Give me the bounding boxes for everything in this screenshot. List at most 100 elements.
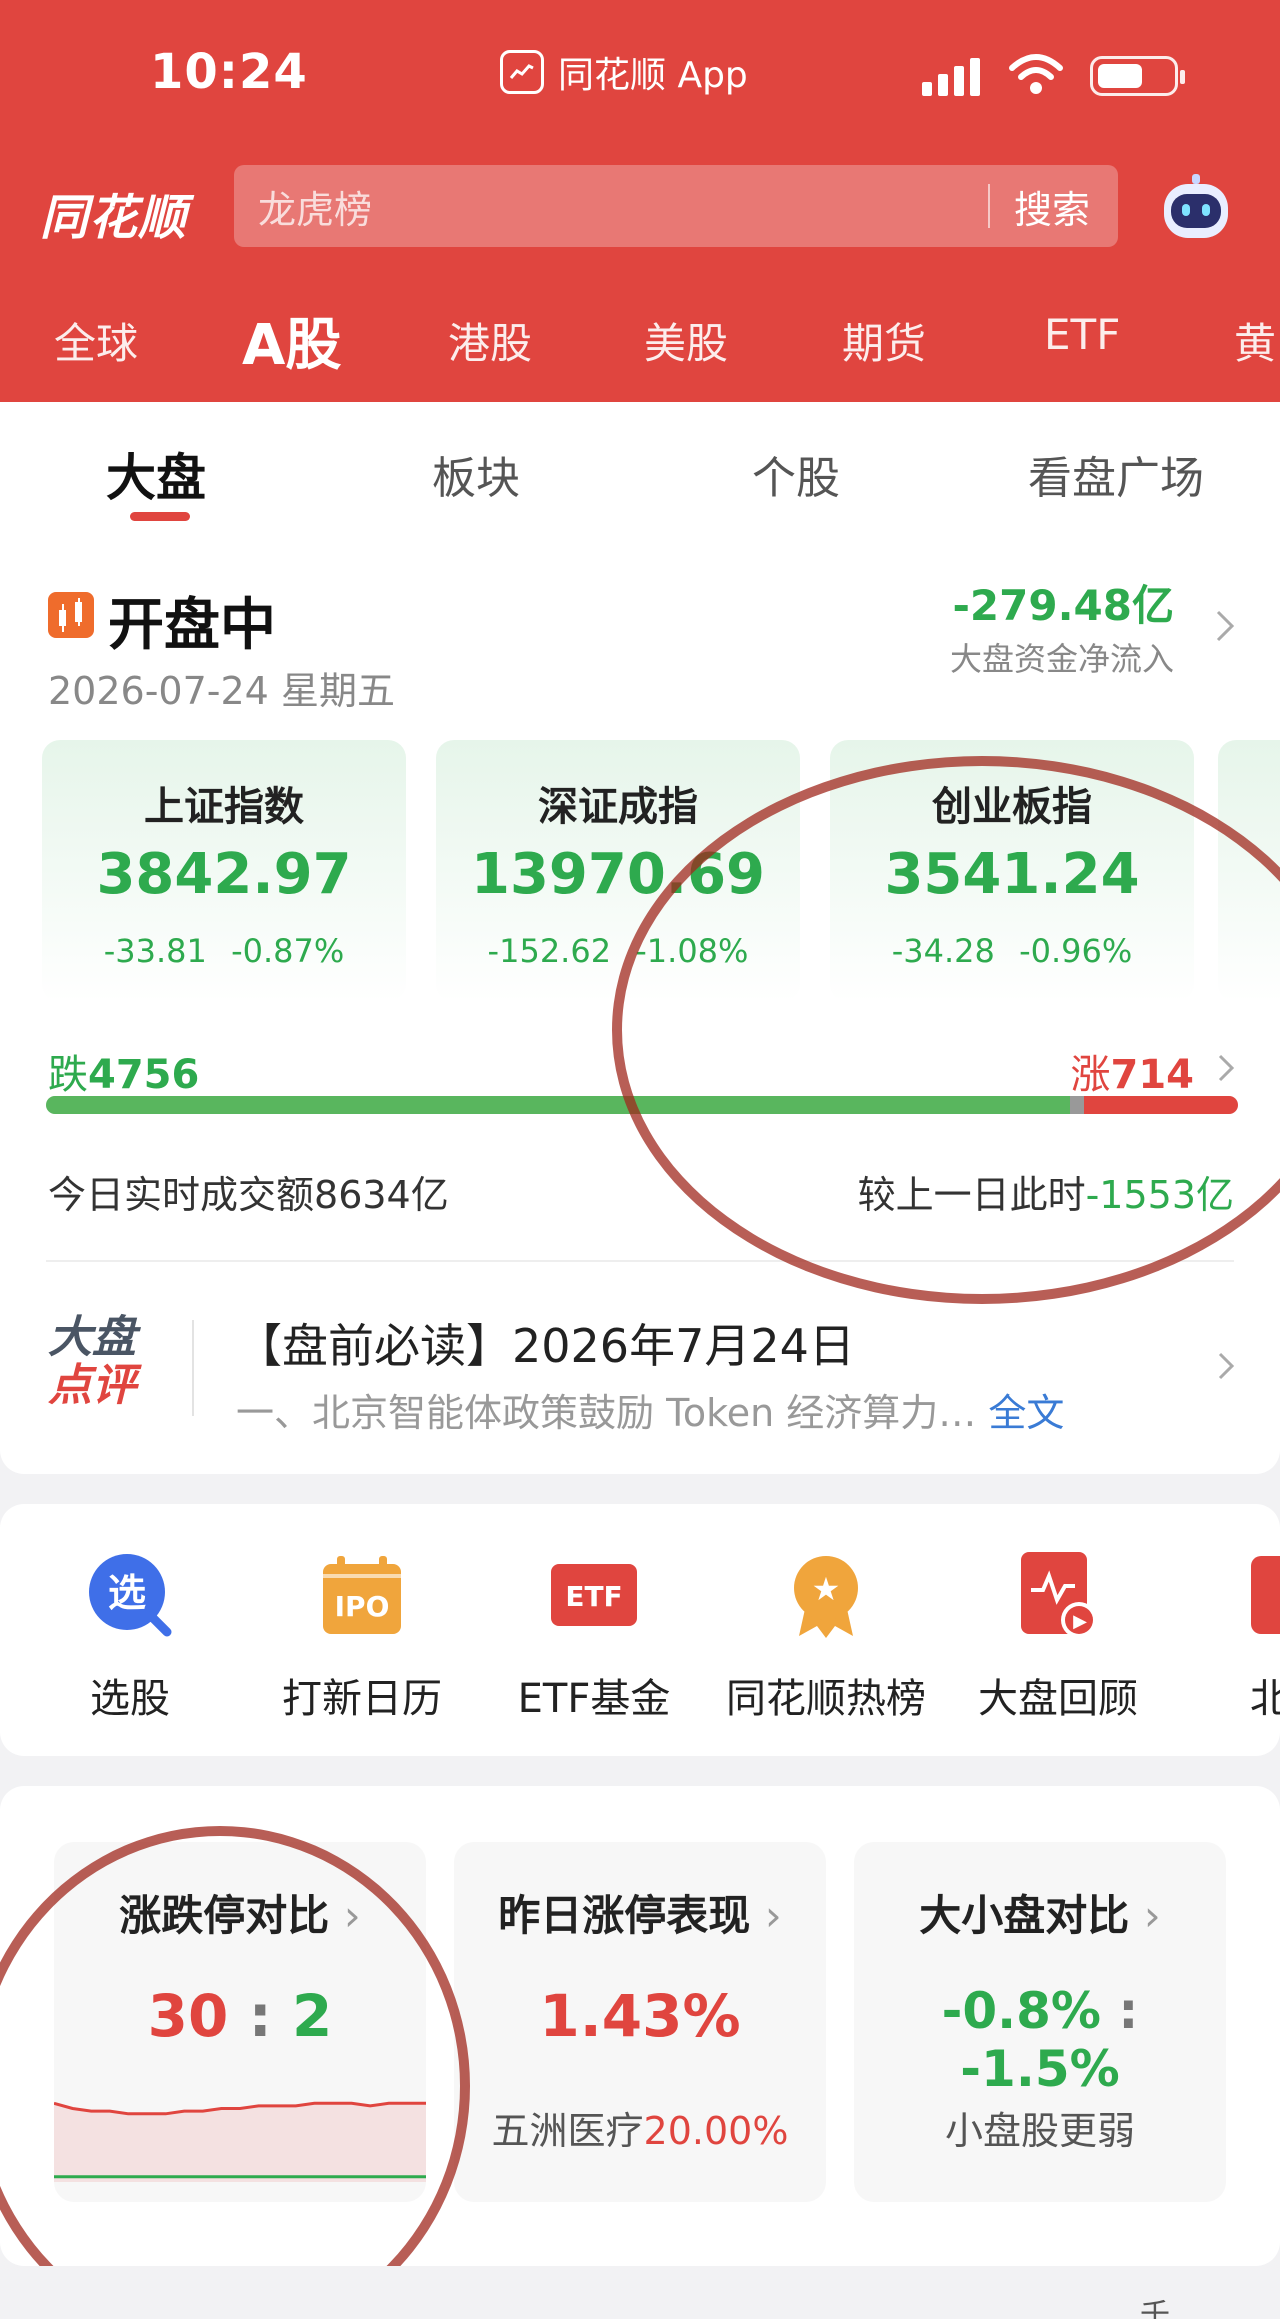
shortcut-label: ETF基金 [517,1676,671,1722]
chevron-right-icon[interactable] [1216,1350,1236,1382]
tab-gold[interactable]: 黄 [1234,310,1276,371]
search-input[interactable]: 龙虎榜 [258,179,988,234]
market-review-logo: 大盘 点评 [48,1312,136,1411]
turnover-compare: 较上一日此时-1553亿 [857,1173,1234,1217]
stat-title: 昨日涨停表现 › [498,1891,782,1940]
shortcut-label: 大盘回顾 [978,1676,1138,1722]
hot-list-icon: ★ [781,1550,871,1640]
breadth-fall-segment [46,1096,1070,1114]
robot-assistant-icon[interactable] [1158,172,1234,244]
divider [46,1260,1234,1262]
tab-us-stock[interactable]: 美股 [644,310,728,371]
market-review-icon: ▶ [1013,1550,1103,1640]
market-date: 2026-07-24 星期五 [48,660,395,715]
review-summary[interactable]: 一、北京智能体政策鼓励 Token 经济算力… 全文 [236,1382,1064,1437]
stat-title: 涨跌停对比 › [119,1891,361,1940]
svg-text:选: 选 [108,1571,146,1615]
chevron-right-icon[interactable] [1214,608,1236,644]
active-tab-indicator [130,512,190,521]
index-value: 3842.97 [96,842,352,907]
limit-compare-card[interactable]: 涨跌停对比 › 30 : 2 [54,1842,426,2202]
shortcut-select-stock[interactable]: 选 选股 [20,1550,240,1724]
stat-sub: 小盘股更弱 [944,2109,1135,2153]
breadth-bar [46,1096,1238,1114]
stat-title: 大小盘对比 › [919,1891,1161,1940]
tab-hk-stock[interactable]: 港股 [448,310,532,371]
chevron-right-icon[interactable] [1216,1052,1236,1084]
stats-card: 涨跌停对比 › 30 : 2 昨日涨停表现 › 1.43% 五洲医疗20.00%… [0,1786,1280,2266]
weekday-text: 星期五 [280,669,395,713]
market-tabs: 全球 A股 港股 美股 期货 ETF 黄 [0,300,1280,380]
sub-tabs: 大盘 板块 个股 看盘广场 [0,432,1280,522]
select-stock-icon: 选 [85,1550,175,1640]
subtab-overview[interactable]: 大盘 [106,438,206,510]
status-time: 10:24 [150,44,308,100]
tab-global[interactable]: 全球 [54,310,138,371]
svg-text:★: ★ [812,1570,841,1608]
cap-compare-card[interactable]: 大小盘对比 › -0.8% : -1.5% 小盘股更弱 [854,1842,1226,2202]
review-title[interactable]: 【盘前必读】2026年7月24日 [236,1310,855,1376]
index-card-shenzhen[interactable]: 深证成指 13970.69 -152.62 -1.08% [436,740,800,1002]
shortcut-ipo-calendar[interactable]: IPO 打新日历 [252,1550,472,1724]
rise-count[interactable]: 涨714 [1071,1042,1195,1100]
index-value: 13970.69 [470,842,766,907]
candlestick-icon [48,592,94,638]
app-indicator-icon [500,50,544,94]
status-app-indicator[interactable]: 同花顺 App [500,46,748,98]
subtab-stocks[interactable]: 个股 [752,442,840,506]
index-name: 深证成指 [538,784,698,830]
market-overview-card: 大盘 板块 个股 看盘广场 开盘中 2026-07-24 星期五 -279.48… [0,402,1280,1474]
fall-count: 跌4756 [48,1052,200,1098]
tab-etf[interactable]: ETF [1044,310,1120,359]
search-button[interactable]: 搜索 [1014,179,1090,234]
turnover: 今日实时成交额8634亿 [48,1173,449,1217]
svg-text:▶: ▶ [1073,1611,1087,1632]
limit-trend-chart [54,2101,426,2182]
market-status: 开盘中 [108,593,276,658]
index-change: -152.62 -1.08% [487,932,749,970]
shortcut-label: 北交 [1250,1676,1280,1722]
index-card-shanghai[interactable]: 上证指数 3842.97 -33.81 -0.87% [42,740,406,1002]
battery-icon [1090,56,1185,96]
net-flow-value[interactable]: -279.48亿 [952,572,1174,633]
index-card-next[interactable] [1218,740,1280,1002]
search-box[interactable]: 龙虎榜 搜索 [234,165,1118,247]
bse-icon [1245,1550,1280,1640]
cellular-signal-icon [922,56,980,96]
limit-up-area [54,2103,426,2182]
svg-text:IPO: IPO [335,1590,390,1623]
stat-value: 30 : 2 [147,1982,333,2050]
index-change: -33.81 -0.87% [103,932,345,970]
shortcut-label: 选股 [90,1676,170,1722]
subtab-sectors[interactable]: 板块 [432,442,520,506]
app-header: 10:24 同花顺 App 同花顺 龙虎榜 搜索 全球 A股 港股 美股 期货 … [0,0,1280,402]
index-name: 上证指数 [144,784,304,830]
brand-logo[interactable]: 同花顺 [40,178,187,248]
tab-futures[interactable]: 期货 [842,310,926,371]
tab-a-share[interactable]: A股 [242,300,341,381]
ipo-calendar-icon: IPO [317,1550,407,1640]
shortcut-label: 打新日历 [282,1676,442,1722]
index-change: -34.28 -0.96% [891,932,1133,970]
stat-sub: 五洲医疗20.00% [491,2109,789,2153]
shortcut-label: 同花顺热榜 [726,1676,926,1722]
yesterday-limit-card[interactable]: 昨日涨停表现 › 1.43% 五洲医疗20.00% [454,1842,826,2202]
status-app-name: 同花顺 App [558,55,748,96]
index-value: 3541.24 [884,842,1140,907]
stat-value: 1.43% [539,1982,741,2050]
etf-fund-icon: ETF [549,1550,639,1640]
shortcut-market-review[interactable]: ▶ 大盘回顾 [948,1550,1168,1724]
shortcut-bse[interactable]: 北交 [1180,1550,1280,1724]
shortcut-etf-fund[interactable]: ETF ETF基金 [484,1550,704,1724]
full-text-link[interactable]: 全文 [988,1391,1064,1435]
shortcut-hot-list[interactable]: ★ 同花顺热榜 [716,1550,936,1724]
wifi-icon [1009,54,1063,94]
index-card-chinext[interactable]: 创业板指 3541.24 -34.28 -0.96% [830,740,1194,1002]
subtab-square[interactable]: 看盘广场 [1028,442,1204,506]
search-separator [987,184,990,228]
shortcut-card: 选 选股 IPO 打新日历 ETF ETF基金 ★ 同花顺热榜 ▶ 大盘回顾 北… [0,1504,1280,1756]
breadth-flat-segment [1070,1096,1084,1114]
footer-text: 千 [1140,2298,1170,2319]
review-separator [192,1320,194,1416]
net-flow-label: 大盘资金净流入 [949,640,1174,678]
